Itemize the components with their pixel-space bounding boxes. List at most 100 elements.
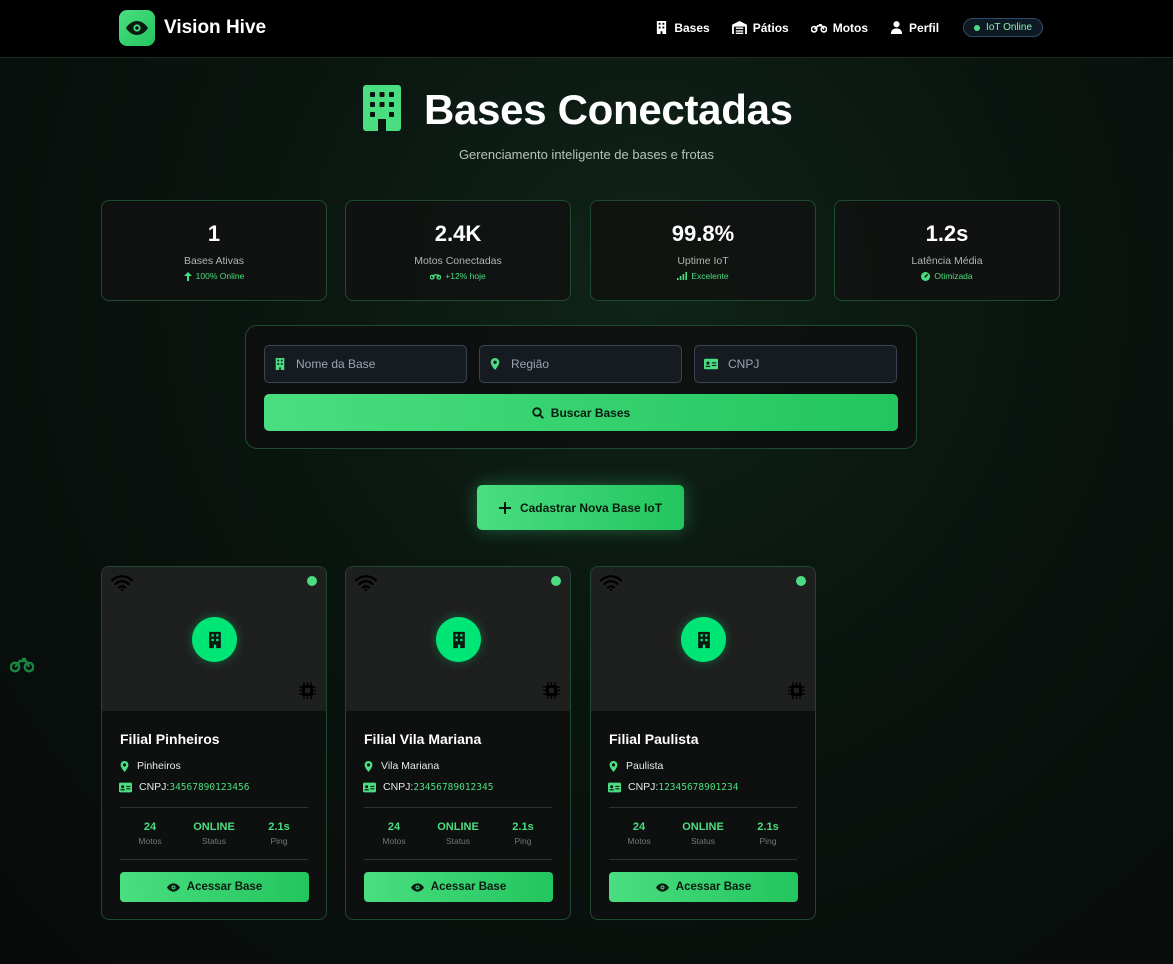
- stat-sub-text: +12% hoje: [445, 271, 486, 281]
- base-region: Vila Mariana: [363, 760, 439, 772]
- access-base-button[interactable]: Acessar Base: [364, 872, 553, 902]
- logo-eye-icon[interactable]: [119, 10, 155, 46]
- top-navbar: Vision Hive Bases Pátios Motos Perfil Io…: [0, 0, 1173, 58]
- metric-status: ONLINE Status: [673, 821, 733, 846]
- app-name[interactable]: Vision Hive: [164, 17, 266, 39]
- nav-perfil-label: Perfil: [909, 20, 940, 35]
- cnpj-prefix: CNPJ:: [628, 781, 659, 793]
- divider: [120, 807, 308, 808]
- map-pin-icon: [120, 760, 129, 772]
- arrow-up-icon: [183, 271, 192, 281]
- base-cnpj: CNPJ:23456789012345: [363, 781, 493, 793]
- id-card-icon: [608, 782, 621, 792]
- stat-label: Uptime IoT: [677, 255, 729, 267]
- metric-status: ONLINE Status: [184, 821, 244, 846]
- metric-ping: 2.1s Ping: [249, 821, 309, 846]
- building-icon: [452, 631, 465, 648]
- id-card-icon: [119, 782, 132, 792]
- base-region-label: Pinheiros: [137, 760, 181, 772]
- metric-value: 24: [387, 821, 401, 833]
- metric-value: ONLINE: [437, 821, 479, 833]
- card-header: [591, 567, 815, 711]
- divider: [609, 859, 797, 860]
- card-header: [102, 567, 326, 711]
- metric-status: ONLINE Status: [428, 821, 488, 846]
- add-base-button[interactable]: Cadastrar Nova Base IoT: [477, 485, 684, 530]
- plus-icon: [498, 501, 511, 514]
- search-bases-button[interactable]: Buscar Bases: [264, 394, 898, 431]
- iot-status-badge: IoT Online: [963, 18, 1043, 37]
- cnpj-placeholder: CNPJ: [728, 357, 760, 371]
- stat-sub-text: 100% Online: [195, 271, 245, 281]
- base-name-field[interactable]: Nome da Base: [264, 345, 467, 383]
- divider: [120, 859, 308, 860]
- wifi-icon: [600, 575, 622, 591]
- stat-sub-text: Otimizada: [934, 271, 973, 281]
- cnpj-field[interactable]: CNPJ: [694, 345, 897, 383]
- base-region: Paulista: [608, 760, 663, 772]
- iot-status-label: IoT Online: [986, 22, 1032, 33]
- nav-motos-label: Motos: [832, 20, 869, 35]
- metric-value: 2.1s: [268, 821, 290, 833]
- metric-label: Ping: [270, 836, 288, 846]
- cnpj-value: 12345678901234: [658, 782, 739, 793]
- chip-icon: [788, 682, 805, 699]
- online-dot-icon: [796, 576, 806, 586]
- gauge-icon: [921, 271, 931, 281]
- metric-motos: 24 Motos: [364, 821, 424, 846]
- access-base-label: Acessar Base: [186, 881, 263, 893]
- metric-motos: 24 Motos: [120, 821, 180, 846]
- stat-card-bases: 1 Bases Ativas 100% Online: [101, 200, 327, 301]
- card-header: [346, 567, 570, 711]
- base-name: Filial Vila Mariana: [364, 731, 482, 747]
- metric-value: 24: [632, 821, 646, 833]
- nav-bases[interactable]: Bases: [655, 20, 710, 35]
- online-dot-icon: [551, 576, 561, 586]
- page-subtitle: Gerenciamento inteligente de bases e fro…: [458, 147, 715, 162]
- base-name-placeholder: Nome da Base: [296, 357, 376, 371]
- nav-patios[interactable]: Pátios: [731, 21, 789, 35]
- base-card: Filial Pinheiros Pinheiros CNPJ:34567890…: [101, 566, 327, 920]
- eye-icon: [410, 882, 424, 892]
- motorcycle-icon: [810, 24, 827, 33]
- stat-sub-text: Excelente: [691, 271, 729, 281]
- metric-value: ONLINE: [682, 821, 724, 833]
- motorcycle-icon: [10, 657, 34, 673]
- eye-icon: [655, 882, 669, 892]
- nav-motos[interactable]: Motos: [810, 20, 869, 35]
- status-dot-icon: [974, 24, 981, 31]
- stat-card-motos: 2.4K Motos Conectadas +12% hoje: [345, 200, 571, 301]
- stat-card-latencia: 1.2s Latência Média Otimizada: [834, 200, 1060, 301]
- stat-value: 1: [207, 221, 221, 246]
- cnpj-value: 34567890123456: [169, 782, 250, 793]
- stat-sub: 100% Online: [102, 271, 326, 281]
- online-dot-icon: [307, 576, 317, 586]
- stat-card-uptime: 99.8% Uptime IoT Excelente: [590, 200, 816, 301]
- metric-label: Ping: [514, 836, 532, 846]
- access-base-button[interactable]: Acessar Base: [120, 872, 309, 902]
- cnpj-prefix: CNPJ:: [139, 781, 170, 793]
- nav-perfil[interactable]: Perfil: [890, 21, 939, 35]
- divider: [364, 859, 552, 860]
- metric-ping: 2.1s Ping: [493, 821, 553, 846]
- base-name: Filial Pinheiros: [120, 731, 220, 747]
- building-icon: [363, 85, 401, 131]
- stat-label: Bases Ativas: [183, 255, 245, 267]
- stat-label: Latência Média: [911, 255, 983, 267]
- building-icon: [697, 631, 710, 648]
- access-base-button[interactable]: Acessar Base: [609, 872, 798, 902]
- base-cnpj: CNPJ:12345678901234: [608, 781, 738, 793]
- search-panel: Nome da Base Região CNPJ Buscar Bases: [245, 325, 917, 449]
- map-pin-icon: [490, 358, 500, 370]
- building-icon: [657, 21, 667, 34]
- access-base-label: Acessar Base: [675, 881, 752, 893]
- id-card-icon: [363, 782, 376, 792]
- page-title: Bases Conectadas: [424, 86, 793, 133]
- building-icon: [275, 358, 285, 370]
- eye-icon: [166, 882, 180, 892]
- base-cnpj: CNPJ:34567890123456: [119, 781, 249, 793]
- stat-value: 99.8%: [671, 221, 735, 246]
- region-field[interactable]: Região: [479, 345, 682, 383]
- stat-sub: Excelente: [591, 271, 815, 281]
- nav-bases-label: Bases: [674, 20, 710, 35]
